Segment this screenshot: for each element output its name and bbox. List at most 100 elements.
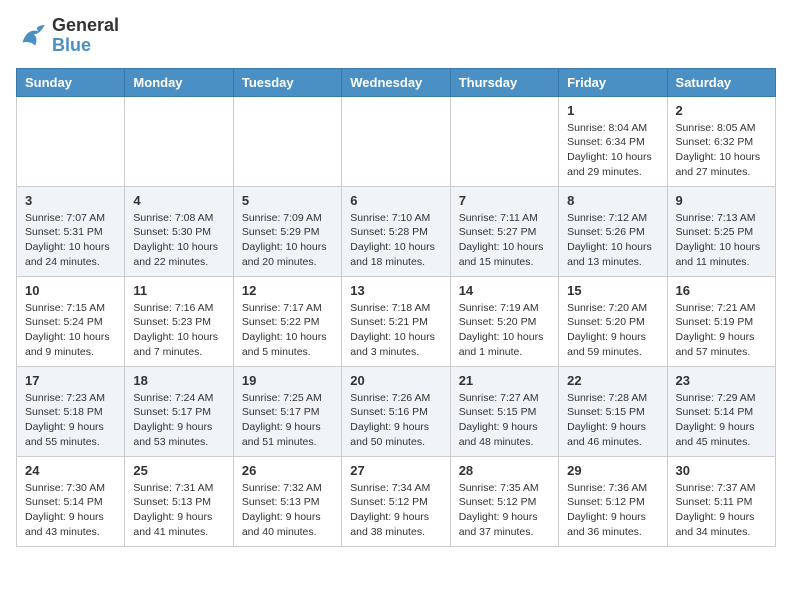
day-number: 18 (133, 373, 224, 388)
day-info: Sunrise: 7:11 AM Sunset: 5:27 PM Dayligh… (459, 211, 550, 270)
logo-icon (16, 20, 48, 52)
weekday-header: Wednesday (342, 68, 450, 96)
day-info: Sunrise: 7:30 AM Sunset: 5:14 PM Dayligh… (25, 481, 116, 540)
calendar-cell: 20Sunrise: 7:26 AM Sunset: 5:16 PM Dayli… (342, 366, 450, 456)
day-number: 19 (242, 373, 333, 388)
day-number: 27 (350, 463, 441, 478)
calendar-cell: 7 Sunrise: 7:11 AM Sunset: 5:27 PM Daylig… (450, 186, 558, 276)
day-info: Sunrise: 7:25 AM Sunset: 5:17 PM Dayligh… (242, 391, 333, 450)
day-info: Sunrise: 7:15 AM Sunset: 5:24 PM Dayligh… (25, 301, 116, 360)
calendar-cell (17, 96, 125, 186)
logo: General Blue (16, 16, 119, 56)
day-number: 15 (567, 283, 658, 298)
calendar-cell: 22Sunrise: 7:28 AM Sunset: 5:15 PM Dayli… (559, 366, 667, 456)
day-number: 30 (676, 463, 767, 478)
day-number: 7 (459, 193, 550, 208)
calendar-cell: 21 Sunrise: 7:27 AM Sunset: 5:15 PM Dayli… (450, 366, 558, 456)
day-info: Sunrise: 8:04 AM Sunset: 6:34 PM Dayligh… (567, 121, 658, 180)
calendar-cell: 5Sunrise: 7:09 AM Sunset: 5:29 PM Daylig… (233, 186, 341, 276)
calendar-cell: 3 Sunrise: 7:07 AM Sunset: 5:31 PM Daylig… (17, 186, 125, 276)
day-info: Sunrise: 7:21 AM Sunset: 5:19 PM Dayligh… (676, 301, 767, 360)
calendar-cell: 11 Sunrise: 7:16 AM Sunset: 5:23 PM Dayli… (125, 276, 233, 366)
calendar-week-row: 10 Sunrise: 7:15 AM Sunset: 5:24 PM Dayli… (17, 276, 776, 366)
day-info: Sunrise: 7:27 AM Sunset: 5:15 PM Dayligh… (459, 391, 550, 450)
weekday-header: Sunday (17, 68, 125, 96)
day-number: 21 (459, 373, 550, 388)
calendar-cell: 25 Sunrise: 7:31 AM Sunset: 5:13 PM Dayli… (125, 456, 233, 546)
day-number: 5 (242, 193, 333, 208)
calendar-cell: 8 Sunrise: 7:12 AM Sunset: 5:26 PM Daylig… (559, 186, 667, 276)
day-info: Sunrise: 7:18 AM Sunset: 5:21 PM Dayligh… (350, 301, 441, 360)
calendar-cell (125, 96, 233, 186)
calendar-cell (450, 96, 558, 186)
day-number: 17 (25, 373, 116, 388)
calendar-cell: 17Sunrise: 7:23 AM Sunset: 5:18 PM Dayli… (17, 366, 125, 456)
day-info: Sunrise: 7:36 AM Sunset: 5:12 PM Dayligh… (567, 481, 658, 540)
calendar-cell: 30 Sunrise: 7:37 AM Sunset: 5:11 PM Dayli… (667, 456, 775, 546)
calendar-cell: 15Sunrise: 7:20 AM Sunset: 5:20 PM Dayli… (559, 276, 667, 366)
day-info: Sunrise: 7:07 AM Sunset: 5:31 PM Dayligh… (25, 211, 116, 270)
day-number: 14 (459, 283, 550, 298)
calendar-cell: 6 Sunrise: 7:10 AM Sunset: 5:28 PM Daylig… (342, 186, 450, 276)
calendar-week-row: 1 Sunrise: 8:04 AM Sunset: 6:34 PM Daylig… (17, 96, 776, 186)
day-number: 1 (567, 103, 658, 118)
day-number: 10 (25, 283, 116, 298)
calendar-cell: 13 Sunrise: 7:18 AM Sunset: 5:21 PM Dayli… (342, 276, 450, 366)
day-info: Sunrise: 7:37 AM Sunset: 5:11 PM Dayligh… (676, 481, 767, 540)
calendar-cell: 16 Sunrise: 7:21 AM Sunset: 5:19 PM Dayli… (667, 276, 775, 366)
calendar-week-row: 3 Sunrise: 7:07 AM Sunset: 5:31 PM Daylig… (17, 186, 776, 276)
weekday-header: Friday (559, 68, 667, 96)
day-info: Sunrise: 7:34 AM Sunset: 5:12 PM Dayligh… (350, 481, 441, 540)
day-number: 23 (676, 373, 767, 388)
day-info: Sunrise: 7:17 AM Sunset: 5:22 PM Dayligh… (242, 301, 333, 360)
day-info: Sunrise: 7:10 AM Sunset: 5:28 PM Dayligh… (350, 211, 441, 270)
day-info: Sunrise: 7:32 AM Sunset: 5:13 PM Dayligh… (242, 481, 333, 540)
day-info: Sunrise: 7:13 AM Sunset: 5:25 PM Dayligh… (676, 211, 767, 270)
calendar-cell: 23 Sunrise: 7:29 AM Sunset: 5:14 PM Dayli… (667, 366, 775, 456)
calendar-cell: 28 Sunrise: 7:35 AM Sunset: 5:12 PM Dayli… (450, 456, 558, 546)
day-number: 13 (350, 283, 441, 298)
calendar-cell: 19 Sunrise: 7:25 AM Sunset: 5:17 PM Dayli… (233, 366, 341, 456)
day-number: 8 (567, 193, 658, 208)
day-number: 6 (350, 193, 441, 208)
calendar-cell: 14 Sunrise: 7:19 AM Sunset: 5:20 PM Dayli… (450, 276, 558, 366)
calendar-cell: 10 Sunrise: 7:15 AM Sunset: 5:24 PM Dayli… (17, 276, 125, 366)
day-info: Sunrise: 7:16 AM Sunset: 5:23 PM Dayligh… (133, 301, 224, 360)
day-number: 9 (676, 193, 767, 208)
calendar-week-row: 24 Sunrise: 7:30 AM Sunset: 5:14 PM Dayli… (17, 456, 776, 546)
calendar-cell (233, 96, 341, 186)
day-info: Sunrise: 7:12 AM Sunset: 5:26 PM Dayligh… (567, 211, 658, 270)
calendar-cell (342, 96, 450, 186)
day-number: 3 (25, 193, 116, 208)
day-info: Sunrise: 7:24 AM Sunset: 5:17 PM Dayligh… (133, 391, 224, 450)
weekday-header: Monday (125, 68, 233, 96)
day-info: Sunrise: 7:29 AM Sunset: 5:14 PM Dayligh… (676, 391, 767, 450)
day-number: 24 (25, 463, 116, 478)
calendar-cell: 26 Sunrise: 7:32 AM Sunset: 5:13 PM Dayli… (233, 456, 341, 546)
day-number: 25 (133, 463, 224, 478)
calendar-cell: 12Sunrise: 7:17 AM Sunset: 5:22 PM Dayli… (233, 276, 341, 366)
calendar-cell: 27 Sunrise: 7:34 AM Sunset: 5:12 PM Dayli… (342, 456, 450, 546)
day-number: 16 (676, 283, 767, 298)
day-info: Sunrise: 7:31 AM Sunset: 5:13 PM Dayligh… (133, 481, 224, 540)
day-info: Sunrise: 7:35 AM Sunset: 5:12 PM Dayligh… (459, 481, 550, 540)
calendar-cell: 1 Sunrise: 8:04 AM Sunset: 6:34 PM Daylig… (559, 96, 667, 186)
page-header: General Blue (16, 16, 776, 56)
calendar-cell: 2Sunrise: 8:05 AM Sunset: 6:32 PM Daylig… (667, 96, 775, 186)
weekday-header: Thursday (450, 68, 558, 96)
day-number: 20 (350, 373, 441, 388)
day-number: 2 (676, 103, 767, 118)
day-info: Sunrise: 7:19 AM Sunset: 5:20 PM Dayligh… (459, 301, 550, 360)
logo-text: General Blue (52, 16, 119, 56)
calendar-cell: 29 Sunrise: 7:36 AM Sunset: 5:12 PM Dayli… (559, 456, 667, 546)
day-number: 28 (459, 463, 550, 478)
calendar-cell: 9 Sunrise: 7:13 AM Sunset: 5:25 PM Daylig… (667, 186, 775, 276)
day-number: 11 (133, 283, 224, 298)
day-number: 29 (567, 463, 658, 478)
calendar-table: SundayMondayTuesdayWednesdayThursdayFrid… (16, 68, 776, 547)
calendar-cell: 24 Sunrise: 7:30 AM Sunset: 5:14 PM Dayli… (17, 456, 125, 546)
calendar-week-row: 17Sunrise: 7:23 AM Sunset: 5:18 PM Dayli… (17, 366, 776, 456)
day-number: 26 (242, 463, 333, 478)
day-number: 22 (567, 373, 658, 388)
calendar-header-row: SundayMondayTuesdayWednesdayThursdayFrid… (17, 68, 776, 96)
